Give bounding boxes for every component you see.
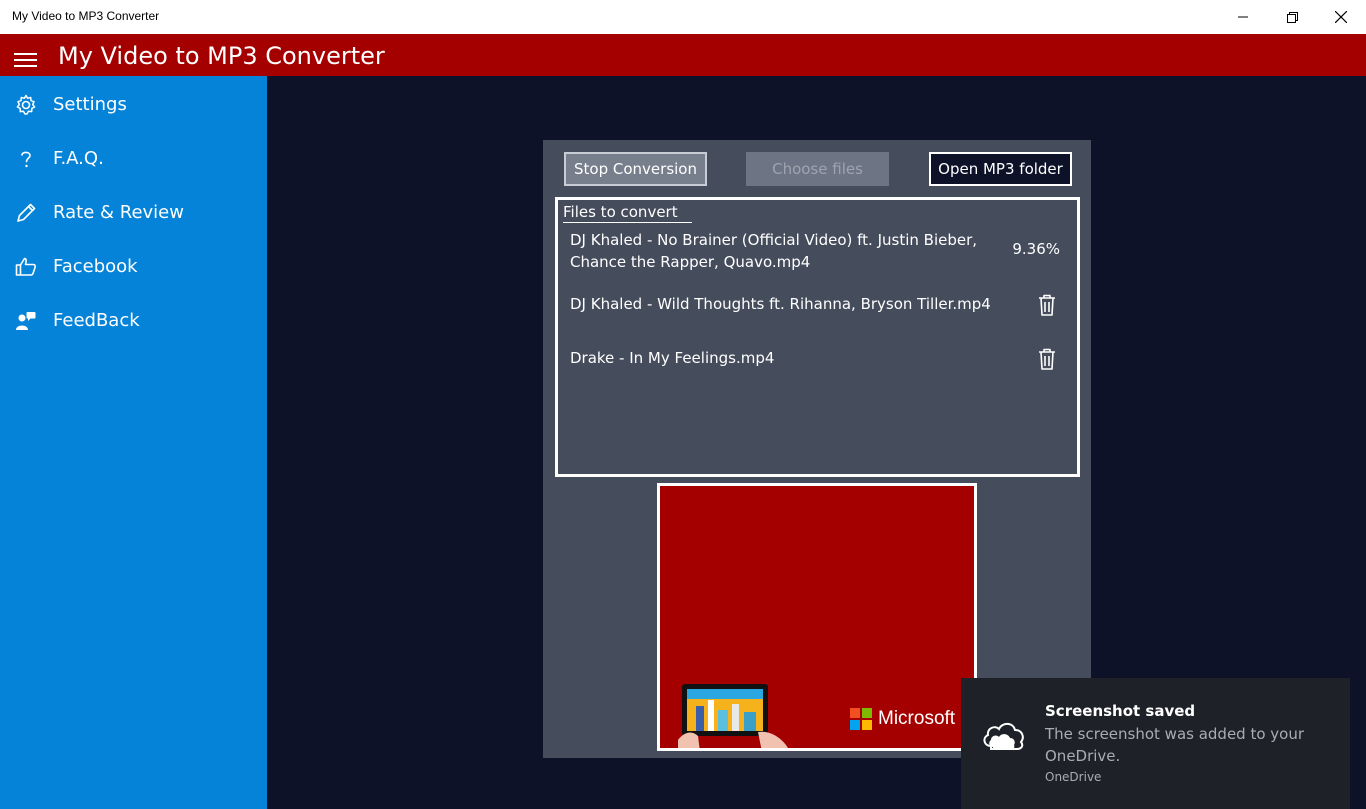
- file-name: DJ Khaled - No Brainer (Official Video) …: [570, 231, 978, 271]
- toast-title: Screenshot saved: [1045, 702, 1196, 720]
- list-item: DJ Khaled - No Brainer (Official Video) …: [570, 229, 1070, 273]
- open-mp3-folder-button[interactable]: Open MP3 folder: [929, 152, 1072, 186]
- sidebar-item-label: Rate & Review: [53, 202, 184, 223]
- toast-notification[interactable]: Screenshot saved The screenshot was adde…: [961, 678, 1350, 809]
- stop-conversion-button[interactable]: Stop Conversion: [564, 152, 707, 186]
- sidebar-item-label: Facebook: [53, 256, 138, 277]
- window-title: My Video to MP3 Converter: [12, 9, 160, 23]
- close-icon: [1335, 11, 1347, 23]
- sidebar: Settings F.A.Q. Rate & Review Facebook F…: [0, 76, 267, 809]
- ad-brand: Microsoft: [878, 708, 956, 729]
- advertisement-banner[interactable]: Microsoft: [657, 483, 977, 751]
- microsoft-windows-logo-icon: [850, 708, 872, 730]
- feedback-person-icon: [16, 312, 36, 330]
- minimize-button[interactable]: [1220, 0, 1266, 34]
- question-mark-icon: [21, 151, 31, 168]
- file-name: DJ Khaled - Wild Thoughts ft. Rihanna, B…: [570, 295, 991, 313]
- list-item: DJ Khaled - Wild Thoughts ft. Rihanna, B…: [570, 293, 1070, 319]
- pencil-icon: [17, 203, 36, 222]
- sidebar-item-label: F.A.Q.: [53, 148, 104, 169]
- tablet-illustration: [678, 684, 788, 748]
- list-item: Drake - In My Feelings.mp4: [570, 347, 1070, 373]
- hamburger-menu-icon[interactable]: [14, 53, 37, 67]
- thumbs-up-icon: [15, 257, 36, 276]
- sidebar-item-faq[interactable]: F.A.Q.: [0, 131, 267, 185]
- trash-icon[interactable]: [1036, 347, 1058, 371]
- restore-icon: [1286, 11, 1298, 23]
- app-title: My Video to MP3 Converter: [58, 42, 385, 70]
- conversion-progress: 9.36%: [1012, 240, 1060, 258]
- app-header: My Video to MP3 Converter: [0, 34, 1366, 76]
- sidebar-item-settings[interactable]: Settings: [0, 77, 267, 131]
- files-list-title: Files to convert: [563, 203, 692, 223]
- sidebar-item-label: Settings: [53, 94, 127, 115]
- gear-icon: [16, 94, 36, 115]
- file-name: Drake - In My Feelings.mp4: [570, 349, 775, 367]
- toast-message: The screenshot was added to your OneDriv…: [1045, 725, 1305, 765]
- choose-files-button[interactable]: Choose files: [746, 152, 889, 186]
- minimize-icon: [1238, 16, 1248, 18]
- sidebar-item-feedback[interactable]: FeedBack: [0, 293, 267, 347]
- window-titlebar: My Video to MP3 Converter: [0, 0, 1366, 34]
- toast-source: OneDrive: [1045, 770, 1102, 784]
- onedrive-cloud-icon: [983, 722, 1024, 750]
- files-list: Files to convert DJ Khaled - No Brainer …: [555, 197, 1080, 477]
- sidebar-item-rate-review[interactable]: Rate & Review: [0, 185, 267, 239]
- microsoft-logo: Microsoft: [850, 708, 955, 730]
- close-button[interactable]: [1318, 0, 1364, 34]
- restore-button[interactable]: [1269, 0, 1315, 34]
- sidebar-item-facebook[interactable]: Facebook: [0, 239, 267, 293]
- trash-icon[interactable]: [1036, 293, 1058, 317]
- converter-panel: Stop Conversion Choose files Open MP3 fo…: [543, 140, 1091, 758]
- sidebar-item-label: FeedBack: [53, 310, 140, 331]
